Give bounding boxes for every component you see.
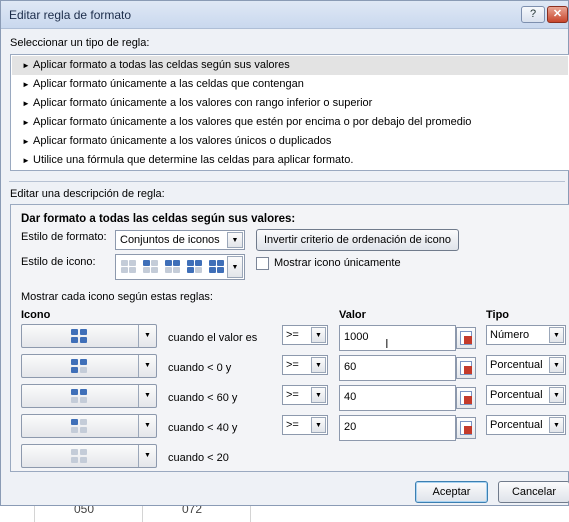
accept-button[interactable]: Aceptar xyxy=(415,481,488,503)
icon-rules-label: Mostrar cada icono según estas reglas: xyxy=(21,291,213,303)
rule-type-item[interactable]: ► Utilice una fórmula que determine las c… xyxy=(12,151,568,170)
rule-icon-select[interactable]: ▼ xyxy=(21,414,157,438)
chevron-down-icon: ▼ xyxy=(549,387,564,403)
cancel-button[interactable]: Cancelar xyxy=(498,481,569,503)
range-picker-icon[interactable] xyxy=(456,327,476,349)
type-select[interactable]: Porcentual ▼ xyxy=(486,385,566,405)
chevron-down-icon: ▼ xyxy=(549,327,564,343)
type-select[interactable]: Número ▼ xyxy=(486,325,566,345)
four-bars-full-icon xyxy=(71,329,88,344)
rule-icon-select[interactable]: ▼ xyxy=(21,444,157,468)
operator-select[interactable]: >= ▼ xyxy=(282,325,328,345)
chevron-down-icon: ▼ xyxy=(549,417,564,433)
rule-type-item[interactable]: ► Aplicar formato únicamente a los valore… xyxy=(12,132,568,151)
rule-icon-select[interactable]: ▼ xyxy=(21,324,157,348)
triangle-right-icon: ► xyxy=(22,61,30,70)
type-select[interactable]: Porcentual ▼ xyxy=(486,355,566,375)
triangle-right-icon: ► xyxy=(22,99,30,108)
divider xyxy=(9,181,565,182)
range-picker-icon[interactable] xyxy=(456,387,476,409)
icon-style-select[interactable]: ▼ xyxy=(115,254,245,280)
rule-condition: cuando < 60 y xyxy=(168,392,238,404)
chevron-down-icon: ▼ xyxy=(311,327,326,343)
icon-column-header: Icono xyxy=(21,309,51,321)
one-bar-icon xyxy=(71,419,88,434)
value-input[interactable]: 40 xyxy=(339,385,456,411)
icon-set-preview-icon xyxy=(121,260,225,274)
show-icon-only-label: Mostrar icono únicamente xyxy=(274,257,401,269)
description-heading: Dar formato a todas las celdas según sus… xyxy=(21,213,296,225)
triangle-right-icon: ► xyxy=(22,80,30,89)
edit-format-rule-dialog: Editar regla de formato ? ✕ Seleccionar … xyxy=(0,0,569,506)
chevron-down-icon: ▼ xyxy=(138,355,156,377)
rule-condition: cuando el valor es xyxy=(168,332,258,344)
chevron-down-icon: ▼ xyxy=(138,325,156,347)
text-cursor-icon: I xyxy=(385,336,389,351)
triangle-right-icon: ► xyxy=(22,118,30,127)
rule-icon-select[interactable]: ▼ xyxy=(21,384,157,408)
format-style-label: Estilo de formato: xyxy=(21,231,107,243)
range-picker-icon[interactable] xyxy=(456,357,476,379)
rule-description-label: Editar una descripción de regla: xyxy=(10,188,165,200)
icon-style-label: Estilo de icono: xyxy=(21,256,96,268)
operator-select[interactable]: >= ▼ xyxy=(282,355,328,375)
format-style-select[interactable]: Conjuntos de iconos ▼ xyxy=(115,230,245,250)
rule-type-item[interactable]: ► Aplicar formato únicamente a las celdas… xyxy=(12,75,568,94)
rule-condition: cuando < 40 y xyxy=(168,422,238,434)
rule-condition: cuando < 20 xyxy=(168,452,229,464)
chevron-down-icon: ▼ xyxy=(138,415,156,437)
value-column-header: Valor xyxy=(339,309,366,321)
triangle-right-icon: ► xyxy=(22,137,30,146)
type-column-header: Tipo xyxy=(486,309,510,321)
help-button[interactable]: ? xyxy=(521,6,545,23)
rule-type-item[interactable]: ► Aplicar formato únicamente a los valore… xyxy=(12,113,568,132)
chevron-down-icon: ▼ xyxy=(227,232,243,248)
type-select[interactable]: Porcentual ▼ xyxy=(486,415,566,435)
rule-condition: cuando < 0 y xyxy=(168,362,232,374)
rule-type-label: Seleccionar un tipo de regla: xyxy=(10,37,150,49)
value-input[interactable]: 1000 xyxy=(339,325,456,351)
operator-select[interactable]: >= ▼ xyxy=(282,415,328,435)
close-button[interactable]: ✕ xyxy=(547,6,568,23)
chevron-down-icon: ▼ xyxy=(138,445,156,467)
zero-bars-icon xyxy=(71,449,88,464)
chevron-down-icon: ▼ xyxy=(549,357,564,373)
window-title: Editar regla de formato xyxy=(9,8,132,22)
rule-description-panel: Dar formato a todas las celdas según sus… xyxy=(10,204,569,472)
chevron-down-icon: ▼ xyxy=(311,417,326,433)
triangle-right-icon: ► xyxy=(22,156,30,165)
value-input[interactable]: 60 xyxy=(339,355,456,381)
rule-type-item[interactable]: ► Aplicar formato únicamente a los valore… xyxy=(12,94,568,113)
reverse-icon-order-button[interactable]: Invertir criterio de ordenación de icono xyxy=(256,229,459,251)
chevron-down-icon: ▼ xyxy=(311,387,326,403)
range-picker-icon[interactable] xyxy=(456,417,476,439)
rule-type-list[interactable]: ► Aplicar formato a todas las celdas segú… xyxy=(10,54,569,171)
chevron-down-icon: ▼ xyxy=(227,256,243,278)
three-bars-icon xyxy=(71,359,88,374)
operator-select[interactable]: >= ▼ xyxy=(282,385,328,405)
two-bars-icon xyxy=(71,389,88,404)
rule-icon-select[interactable]: ▼ xyxy=(21,354,157,378)
title-bar: Editar regla de formato ? ✕ xyxy=(1,1,568,29)
chevron-down-icon: ▼ xyxy=(311,357,326,373)
rule-type-item[interactable]: ► Aplicar formato a todas las celdas segú… xyxy=(12,56,568,75)
chevron-down-icon: ▼ xyxy=(138,385,156,407)
value-input[interactable]: 20 xyxy=(339,415,456,441)
show-icon-only-checkbox[interactable] xyxy=(256,257,269,270)
